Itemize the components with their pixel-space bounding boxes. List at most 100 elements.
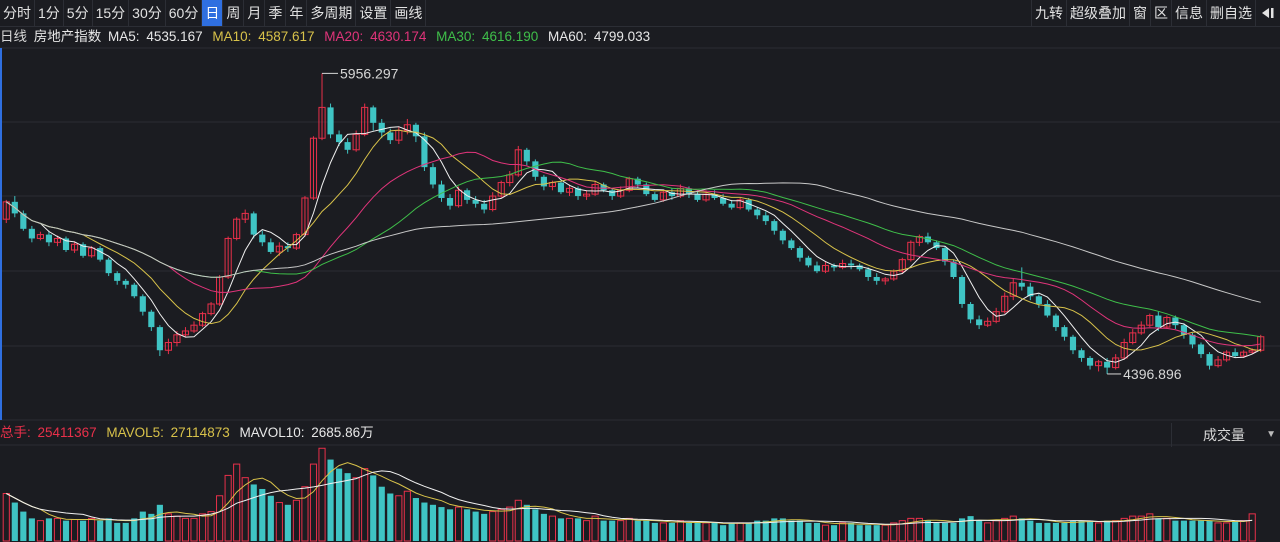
volume-bar [11,502,18,541]
candle-body [651,194,658,200]
volume-bar [370,475,377,541]
volume-bar [53,517,62,542]
candle-body [122,280,129,285]
candle-body [1155,315,1162,328]
mavol5-line [6,462,1253,526]
volume-bar [548,515,557,542]
candle-body [1078,350,1085,358]
candle-body [45,234,53,243]
volume-bar [1197,520,1205,541]
volume-bar [181,517,190,542]
volume-bar [685,522,693,541]
volume-bar [122,522,129,541]
volume-bar [1018,518,1025,541]
candle-body [805,257,812,266]
volume-bar [702,522,710,542]
candle-body [378,122,385,133]
candle-body [327,107,334,135]
volume-bar [634,520,641,541]
low-price-label: 4396.896 [1123,366,1182,382]
volume-bar [1189,520,1196,541]
volume-bar [736,522,744,542]
volume-bar [97,520,104,541]
candle-body [438,184,445,198]
chevron-down-icon: ▼ [1266,429,1276,440]
volume-bar [1078,520,1085,541]
volume-bar [1146,513,1154,542]
volume-bar [617,520,625,542]
volume-bar [378,486,385,541]
volume-bar [839,522,847,542]
candle-body [97,248,104,260]
volume-bar [1001,517,1009,542]
volume-bar [976,520,983,541]
candle-body [958,277,966,304]
volume-bar [318,447,326,542]
volume-bar [881,524,889,542]
volume-bar [139,511,146,541]
volume-bar [361,468,369,542]
volume-bar [1095,522,1103,542]
volume-bar [574,518,582,541]
volume-bar [481,513,488,541]
candle-body [1069,336,1077,351]
volume-bar [890,522,898,542]
mavol10-value: 2685.86万 [311,425,374,440]
volume-bar [796,520,803,541]
candle-body [105,259,112,274]
candle-body [370,107,377,123]
volume-bar [454,506,463,542]
volume-bar [267,495,274,541]
total-volume: 总手: 25411367 [0,425,100,440]
volume-bar [924,520,931,541]
volume-bar [1163,517,1171,542]
volume-bar [292,499,300,542]
candle-body [523,149,530,162]
volume-bar [625,517,633,542]
volume-bar [813,522,821,541]
volume-bar [497,508,505,542]
candle-body [1052,315,1059,328]
volume-bar [1044,522,1051,541]
volume-bar [1180,520,1188,541]
candle-body [694,194,701,200]
candle-body [139,296,146,312]
candle-body [609,190,616,197]
candle-body [1018,282,1025,287]
volume-bar [1035,522,1042,541]
total-volume-value: 25411367 [37,425,97,440]
volume-bar [352,477,360,542]
volume-bar [395,495,403,542]
volume-bar [933,522,940,541]
volume-bar [1248,513,1256,542]
volume-bar [275,502,283,542]
candle-body [1232,352,1239,357]
candle-body [1197,344,1205,355]
volume-bar [173,515,181,542]
candle-body [1061,327,1068,337]
volume-bar [1104,520,1111,541]
mavol10-readout: MAVOL10: 2685.86万 [239,425,376,440]
volume-bar [865,525,872,541]
volume-bar [62,520,70,541]
kline-chart[interactable]: 5956.297 4396.896 [0,0,1280,542]
candle-body [865,269,872,277]
volume-bar [523,504,530,541]
volume-indicator-label: 成交量 [1203,427,1245,443]
candle-body [967,303,974,320]
high-price-label: 5956.297 [340,65,399,81]
volume-indicator-select[interactable]: 成交量 ▼ [1171,423,1280,447]
ma10-line [6,129,1261,352]
candle-body [250,213,257,235]
volume-bar [1206,520,1213,541]
volume-bar [694,522,701,541]
candle-body [344,142,351,150]
volume-bar [164,513,172,542]
candle-body [1035,296,1042,304]
volume-bar [720,525,727,541]
candle-body [28,228,35,239]
volume-bar [668,522,675,541]
volume-bar [1069,520,1077,541]
volume-bar [557,518,565,541]
volume-bar [259,488,266,541]
